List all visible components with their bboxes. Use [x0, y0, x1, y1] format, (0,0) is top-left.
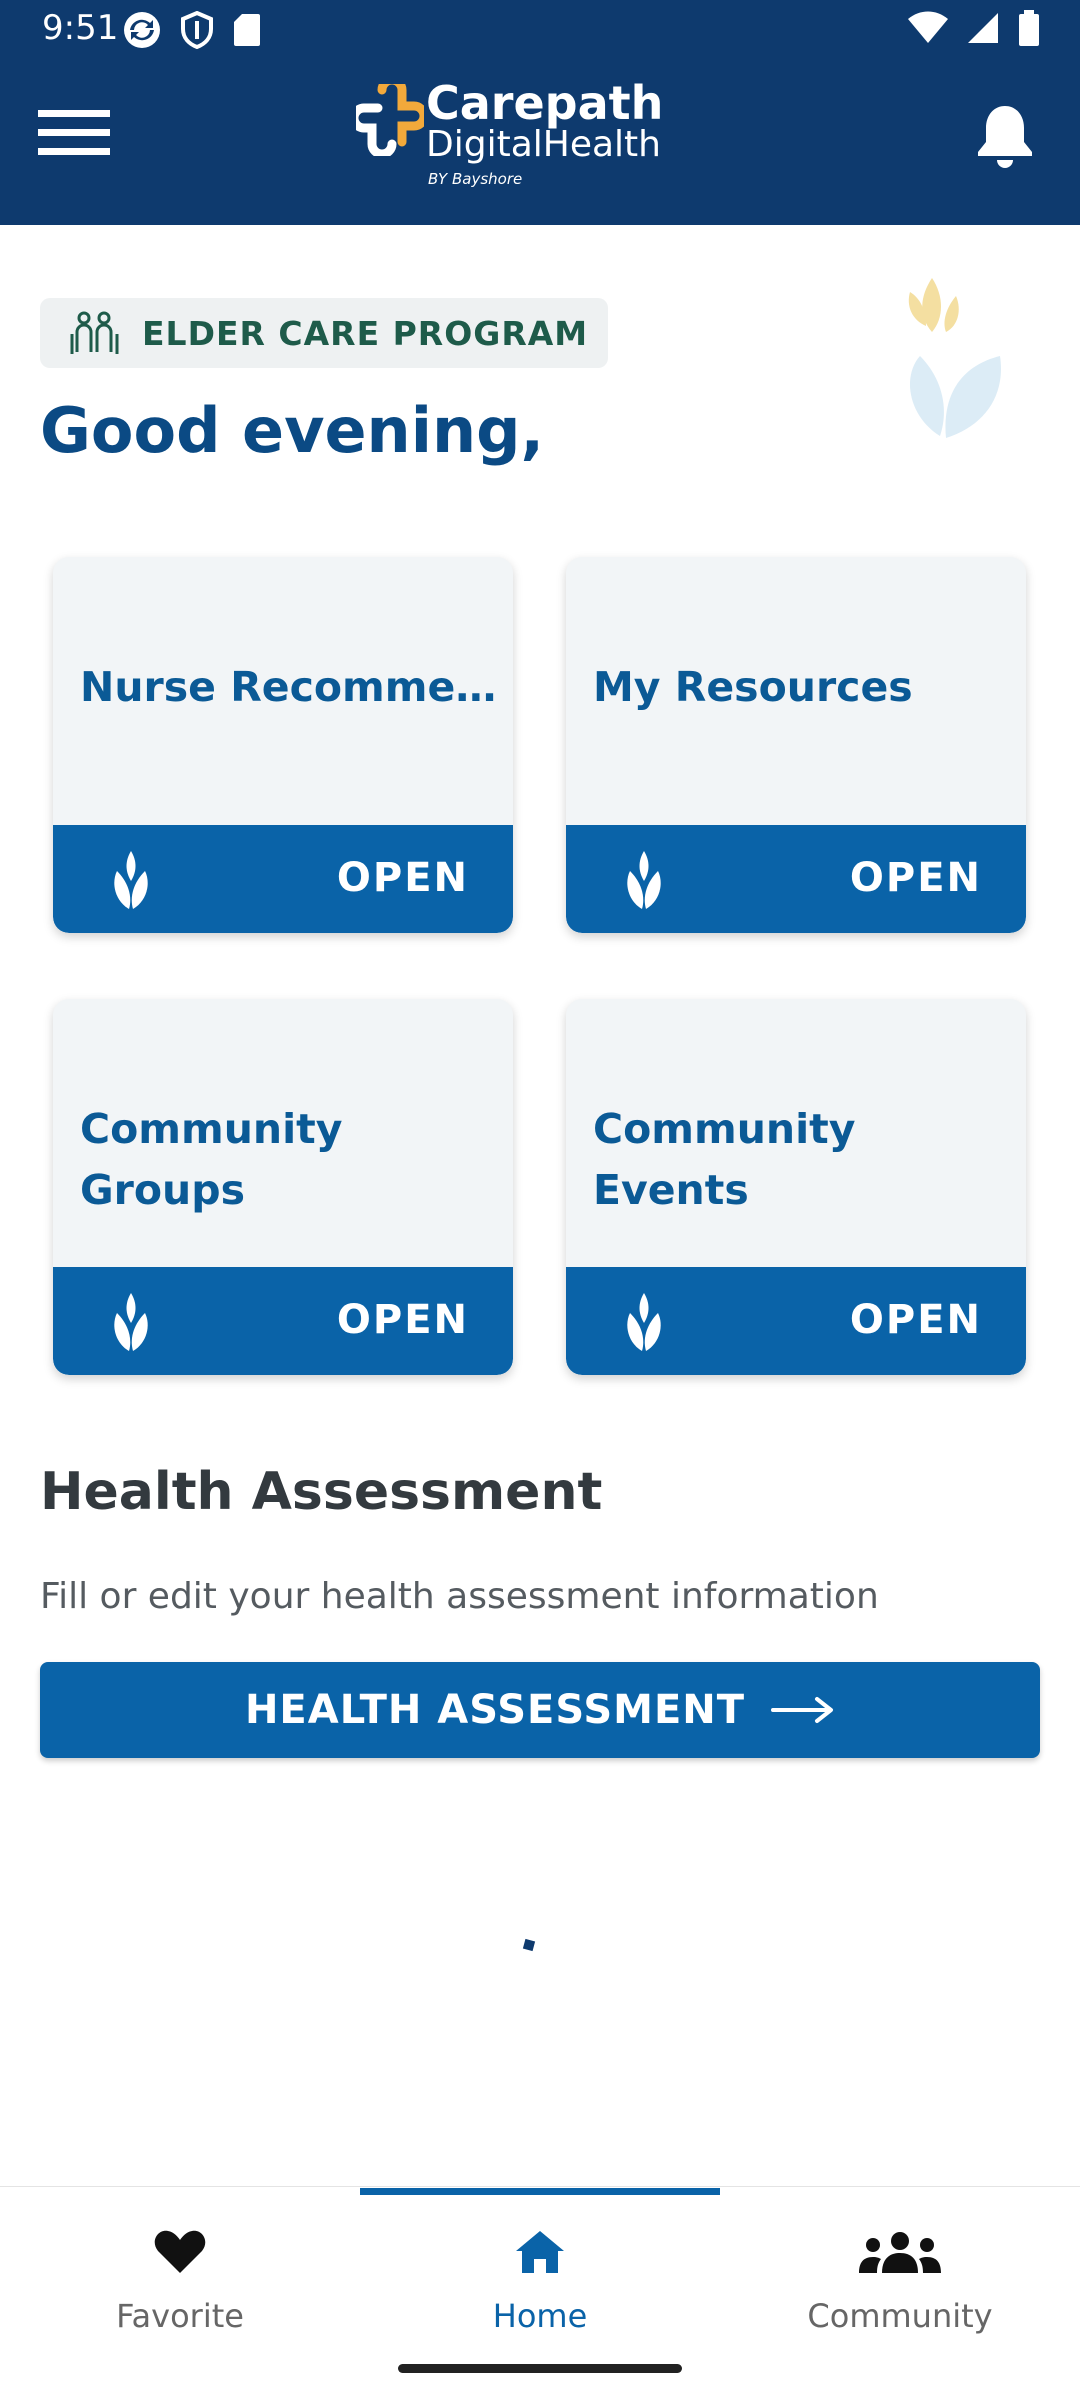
- app-header: Carepath DigitalHealth BY Bayshore: [0, 62, 1080, 225]
- shield-icon: [181, 11, 213, 49]
- health-assessment-button[interactable]: HEALTH ASSESSMENT: [40, 1662, 1040, 1758]
- nav-active-indicator: [360, 2188, 720, 2195]
- nurse-recommendations-card[interactable]: Nurse Recommendations OPEN: [53, 557, 513, 933]
- logo-title: Carepath: [426, 76, 664, 130]
- carepath-logo: Carepath DigitalHealth BY Bayshore: [356, 76, 663, 188]
- sprout-icon: [627, 851, 661, 909]
- greeting-heading: Good evening,: [40, 394, 545, 467]
- nav-item-home[interactable]: Home: [360, 2215, 720, 2335]
- community-groups-card[interactable]: Community Groups OPEN: [53, 999, 513, 1375]
- card-title: Community Events: [593, 1105, 856, 1214]
- status-bar: 9:51: [0, 0, 1080, 62]
- heart-icon: [154, 2230, 206, 2273]
- card-title-text: Nurse Recommendations: [80, 663, 500, 711]
- card-title: Nurse Recommendations: [80, 657, 500, 718]
- nav-item-favorite[interactable]: Favorite: [0, 2215, 360, 2335]
- nav-item-label: Home: [492, 2297, 588, 2335]
- gesture-home-indicator[interactable]: [398, 2364, 682, 2373]
- status-icons-right: [908, 10, 1040, 46]
- health-assessment-title: Health Assessment: [40, 1462, 603, 1522]
- card-open-button[interactable]: OPEN: [566, 825, 1026, 933]
- home-icon: [516, 2231, 564, 2273]
- nav-item-label: Community: [807, 2297, 993, 2335]
- elder-people-icon: [70, 311, 119, 354]
- sync-icon: [124, 12, 160, 48]
- program-badge: ELDER CARE PROGRAM: [40, 298, 608, 368]
- card-open-label: OPEN: [849, 855, 982, 901]
- status-time: 9:51: [42, 8, 119, 48]
- arrow-right-icon: [771, 1697, 834, 1723]
- notification-bell-icon[interactable]: [974, 102, 1036, 168]
- status-icons-left: [122, 10, 262, 50]
- leaf-decoration-icon: [908, 278, 1001, 438]
- community-events-card[interactable]: Community Events OPEN: [566, 999, 1026, 1375]
- logo-byline: BY Bayshore: [428, 170, 523, 188]
- card-open-button[interactable]: OPEN: [53, 1267, 513, 1375]
- loading-spinner: [522, 1938, 536, 1952]
- card-open-label: OPEN: [336, 855, 469, 901]
- carepath-logo-icon: [356, 84, 424, 156]
- sprout-icon: [114, 851, 148, 909]
- program-badge-label: ELDER CARE PROGRAM: [142, 313, 589, 353]
- battery-icon: [1019, 10, 1039, 46]
- card-open-label: OPEN: [849, 1297, 982, 1343]
- sprout-icon: [627, 1293, 661, 1351]
- my-resources-card[interactable]: My Resources OPEN: [566, 557, 1026, 933]
- logo-subtitle: DigitalHealth: [426, 124, 661, 165]
- card-title: My Resources: [593, 663, 913, 711]
- nav-item-community[interactable]: Community: [720, 2215, 1080, 2335]
- health-assessment-description: Fill or edit your health assessment info…: [40, 1576, 879, 1617]
- sprout-icon: [114, 1293, 148, 1351]
- wifi-icon: [908, 11, 948, 43]
- sd-card-icon: [234, 14, 260, 46]
- card-title: Community Groups: [80, 1105, 343, 1214]
- card-open-label: OPEN: [336, 1297, 469, 1343]
- people-icon: [859, 2232, 941, 2273]
- signal-icon: [968, 13, 998, 43]
- nav-item-label: Favorite: [116, 2297, 244, 2335]
- health-assessment-button-label: HEALTH ASSESSMENT: [244, 1687, 746, 1733]
- card-open-button[interactable]: OPEN: [566, 1267, 1026, 1375]
- menu-icon[interactable]: [38, 106, 110, 160]
- card-open-button[interactable]: OPEN: [53, 825, 513, 933]
